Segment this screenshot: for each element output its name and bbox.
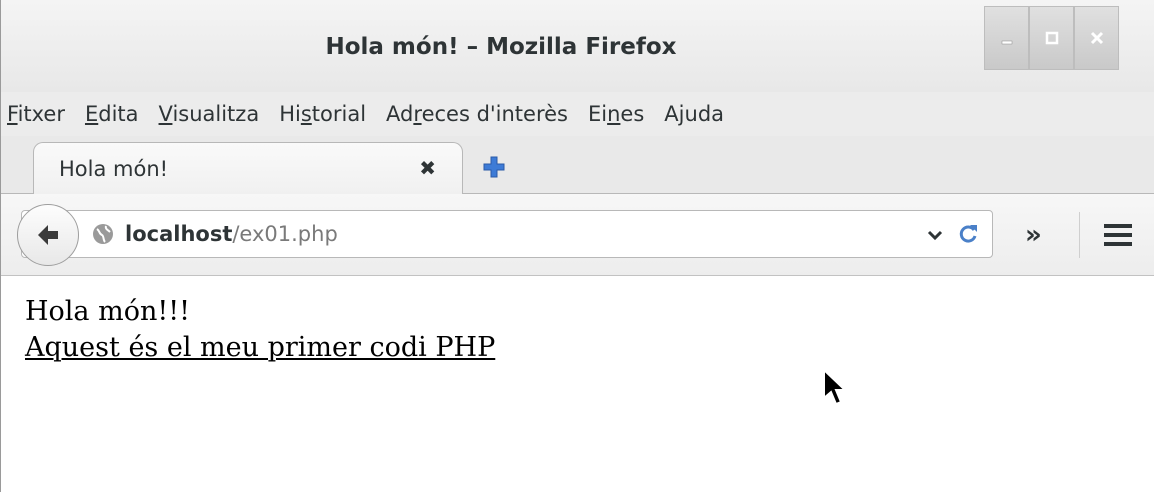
url-path: /ex01.php [232,222,338,246]
page-heading: Hola món!!! [25,296,190,327]
back-arrow-icon [38,225,58,245]
url-text[interactable]: localhost/ex01.php [125,222,338,246]
minimize-icon [1001,40,1012,45]
tab-hola-mon[interactable]: Hola món! ✖ [33,142,463,195]
maximize-icon [1045,31,1058,45]
menu-bar: Fitxer Edita Visualitza Historial Adrece… [1,92,1154,136]
menu-eines[interactable]: Eines [588,102,644,126]
overflow-chevron-button[interactable]: » [1025,220,1042,250]
minimize-button[interactable] [984,6,1029,70]
reload-icon[interactable] [957,222,979,246]
window-controls [984,6,1119,70]
browser-window: Hola món! – Mozilla Firefox Fitxer Edita… [0,0,1154,492]
navigation-toolbar: localhost/ex01.php » [1,194,1154,276]
menu-fitxer[interactable]: Fitxer [7,102,65,126]
back-button[interactable] [17,204,79,266]
menu-adreces[interactable]: Adreces d'interès [386,102,568,126]
hamburger-menu-icon[interactable] [1102,222,1134,248]
content-link[interactable]: Aquest és el meu primer codi PHP [25,332,495,363]
tab-close-icon[interactable]: ✖ [419,157,436,179]
window-title: Hola món! – Mozilla Firefox [325,34,677,60]
chevron-down-icon[interactable] [926,226,944,244]
menu-edita[interactable]: Edita [85,102,139,126]
title-bar[interactable]: Hola món! – Mozilla Firefox [1,0,1154,92]
maximize-button[interactable] [1029,6,1074,70]
close-window-button[interactable] [1074,6,1119,70]
tab-strip: Hola món! ✖ [1,136,1154,195]
menu-historial[interactable]: Historial [279,102,366,126]
globe-icon[interactable] [91,222,115,246]
toolbar-separator [1079,212,1080,258]
new-tab-icon[interactable] [481,154,507,180]
close-icon [1090,31,1103,45]
page-content: Hola món!!! Aquest és el meu primer codi… [1,276,1154,492]
menu-visualitza[interactable]: Visualitza [159,102,260,126]
menu-ajuda[interactable]: Ajuda [664,102,724,126]
url-host: localhost [125,222,233,246]
mouse-cursor-icon [823,368,848,406]
tab-label: Hola món! [59,157,169,181]
